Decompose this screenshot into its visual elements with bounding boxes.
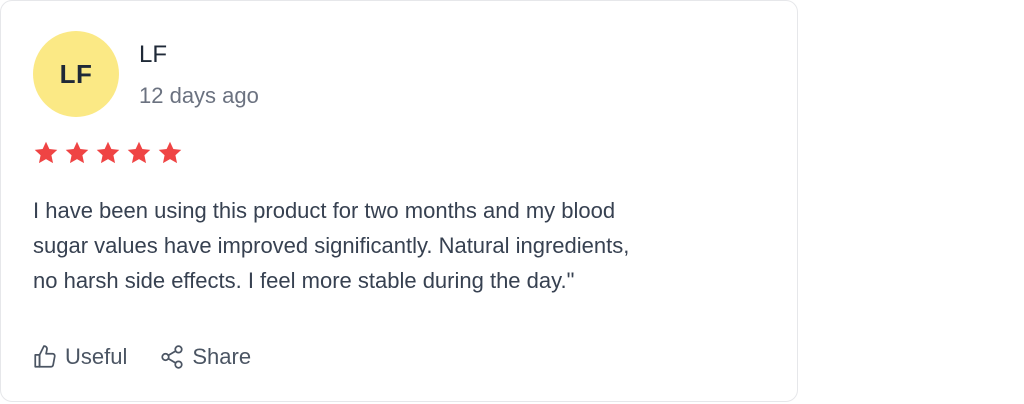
review-text-line: no harsh side effects. I feel more stabl… [33,268,575,293]
thumbs-up-icon [32,344,58,370]
review-actions: Useful Share [32,341,251,373]
share-button[interactable]: Share [159,344,251,370]
useful-button[interactable]: Useful [32,344,127,370]
avatar-initials: LF [59,58,93,89]
share-icon [159,344,185,370]
star-icon [64,140,90,166]
star-icon [95,140,121,166]
share-label: Share [192,344,252,369]
star-icon [126,140,152,166]
review-card: LF LF 12 days ago I have been using this… [0,0,798,402]
review-text-line: I have been using this product for two m… [33,198,616,223]
star-rating [33,140,183,166]
useful-label: Useful [65,344,128,369]
star-icon [157,140,183,166]
review-text-line: sugar values have improved significantly… [33,233,630,258]
avatar: LF [33,31,119,117]
review-text: I have been using this product for two m… [33,193,773,298]
reviewer-name: LF [139,41,168,68]
star-icon [33,140,59,166]
review-date: 12 days ago [139,83,259,108]
